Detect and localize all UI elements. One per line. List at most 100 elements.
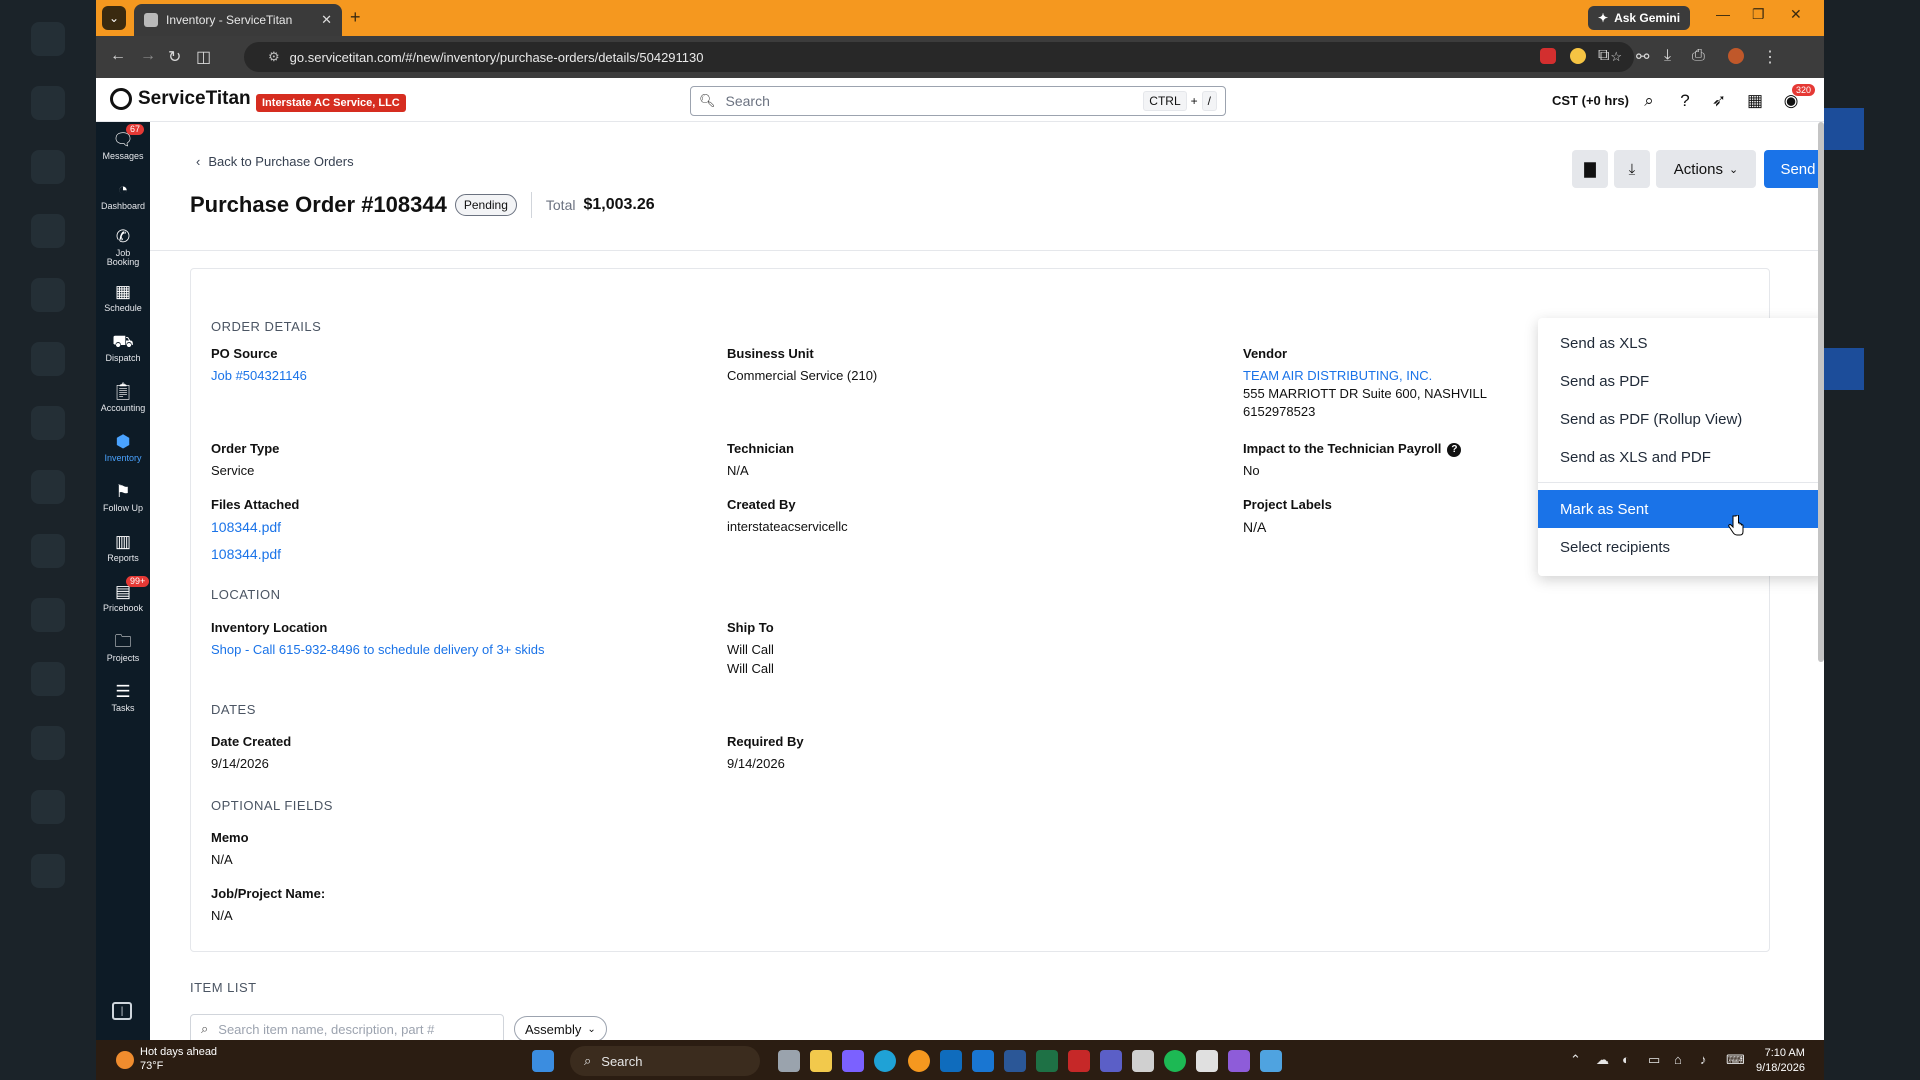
file-link[interactable]: 108344.pdf [211, 546, 281, 562]
minimize-icon[interactable]: — [1716, 6, 1730, 22]
new-tab-button[interactable]: + [350, 7, 361, 28]
teams-icon[interactable] [1100, 1050, 1122, 1072]
close-window-icon[interactable]: ✕ [1790, 6, 1802, 23]
memo-value: N/A [211, 852, 233, 867]
tray-app-icon[interactable]: ◐ [1622, 1052, 1630, 1067]
rocket-icon[interactable]: ➶ [1708, 90, 1730, 112]
download-icon[interactable]: ⤓ [1664, 47, 1671, 65]
ask-gemini-button[interactable]: ✦ Ask Gemini [1588, 6, 1691, 30]
translate-icon[interactable]: ⚯ [1636, 47, 1649, 67]
extensions-puzzle-icon[interactable]: ⧉ [1598, 47, 1609, 65]
address-toolbar: ← → ↻ ◫ ⚙ go.servicetitan.com/#/new/inve… [96, 36, 1824, 78]
tray-folder-icon[interactable]: ▭ [1648, 1052, 1660, 1068]
taskbar-clock[interactable]: 7:10 AM 9/18/2026 [1756, 1046, 1805, 1076]
bookmark-star-icon[interactable]: ☆ [1610, 49, 1622, 65]
chevron-down-icon: ⌄ [1728, 163, 1739, 176]
app-icon[interactable] [1260, 1050, 1282, 1072]
task-view-icon[interactable] [778, 1050, 800, 1072]
browser-tab[interactable]: Inventory - ServiceTitan ✕ [134, 4, 342, 36]
menu-item-send-as-pdf[interactable]: Send as PDF [1538, 362, 1824, 400]
excel-icon[interactable] [1036, 1050, 1058, 1072]
app-icon[interactable] [1228, 1050, 1250, 1072]
restore-icon[interactable]: ❐ [1752, 6, 1765, 23]
calendar-icon: ▦ [114, 281, 132, 301]
onedrive-icon[interactable]: ☁ [1596, 1052, 1609, 1068]
help-circle-icon[interactable]: ? [1447, 442, 1462, 457]
forward-arrow-icon[interactable]: → [140, 47, 156, 65]
assembly-filter-dropdown[interactable]: Assembly ⌄ [514, 1016, 607, 1042]
keyboard-icon[interactable]: ⌨ [1726, 1052, 1745, 1068]
timezone-label[interactable]: CST (+0 hrs) [1552, 93, 1629, 108]
browser-menu-icon[interactable]: ⋮ [1762, 47, 1778, 67]
inventory-location-link[interactable]: Shop - Call 615-932-8496 to schedule del… [211, 642, 545, 657]
url-bar[interactable]: ⚙ go.servicetitan.com/#/new/inventory/pu… [244, 42, 1634, 72]
nav-item-accounting[interactable]: 📋︎ Accounting [96, 374, 150, 422]
nav-item-dashboard[interactable]: ◔ Dashboard [96, 172, 150, 220]
notepad-icon[interactable] [1196, 1050, 1218, 1072]
advanced-search-icon[interactable]: ⌕ [1638, 90, 1660, 112]
servicetitan-logo[interactable]: ServiceTitan [110, 88, 251, 110]
site-info-icon[interactable]: ⚙ [268, 49, 280, 65]
file-link[interactable]: 108344.pdf [211, 519, 281, 535]
close-tab-icon[interactable]: ✕ [321, 12, 332, 28]
company-badge[interactable]: Interstate AC Service, LLC [256, 94, 406, 112]
menu-item-send-as-pdf-rollup[interactable]: Send as PDF (Rollup View) [1538, 400, 1824, 438]
extension-icon[interactable] [1570, 48, 1586, 64]
printer-app-icon[interactable] [1132, 1050, 1154, 1072]
chevron-up-icon[interactable]: ⌃ [1570, 1052, 1581, 1068]
download-button[interactable]: ⤓ [1614, 150, 1650, 188]
nav-item-projects[interactable]: 🗀︎ Projects [96, 624, 150, 672]
back-to-purchase-orders-link[interactable]: ‹ Back to Purchase Orders [196, 154, 354, 169]
collapse-sidebar-icon[interactable]: | [112, 1002, 132, 1020]
vendor-link[interactable]: TEAM AIR DISTRIBUTING, INC. [1243, 368, 1432, 383]
edge-icon[interactable] [874, 1050, 896, 1072]
acrobat-icon[interactable] [1068, 1050, 1090, 1072]
windows-start-icon[interactable] [532, 1050, 554, 1072]
menu-item-select-recipients[interactable]: Select recipients [1538, 528, 1824, 566]
app-grid-icon[interactable]: ▦ [1744, 90, 1766, 112]
nav-label: Schedule [104, 302, 142, 313]
order-type-value: Service [211, 463, 255, 478]
volume-icon[interactable]: ♪ [1700, 1052, 1707, 1067]
global-search-input[interactable]: 🔍︎ Search CTRL + / [690, 86, 1226, 116]
nav-item-job-booking[interactable]: ✆ Job Booking [96, 224, 150, 272]
tab-list-button[interactable]: ⌄ [102, 6, 126, 30]
po-source-link[interactable]: Job #504321146 [211, 368, 307, 383]
nav-item-pricebook[interactable]: ▤ Pricebook 99+ [96, 574, 150, 622]
search-icon: ⌕ [584, 1053, 592, 1068]
page-scrollbar[interactable] [1818, 122, 1824, 662]
nav-item-inventory[interactable]: ⬢ Inventory [96, 424, 150, 472]
pdf-extension-icon[interactable] [1540, 48, 1556, 64]
chrome-icon[interactable] [908, 1050, 930, 1072]
menu-item-mark-as-sent[interactable]: Mark as Sent [1538, 490, 1824, 528]
side-panel-icon[interactable]: ◫ [196, 47, 211, 67]
outlook-icon[interactable] [940, 1050, 962, 1072]
weather-widget[interactable]: Hot days ahead 73°F [116, 1046, 217, 1074]
copilot-icon[interactable] [842, 1050, 864, 1072]
header-divider [150, 250, 1824, 251]
clock-date: 9/18/2026 [1756, 1061, 1805, 1074]
file-explorer-icon[interactable] [810, 1050, 832, 1072]
nav-item-schedule[interactable]: ▦ Schedule [96, 274, 150, 322]
word-icon[interactable] [1004, 1050, 1026, 1072]
search-icon: 🔍︎ [699, 93, 716, 108]
mail-icon[interactable] [972, 1050, 994, 1072]
nav-item-dispatch[interactable]: ⛟ Dispatch [96, 324, 150, 372]
actions-button[interactable]: Actions ⌄ [1656, 150, 1756, 188]
print-icon[interactable]: ⎙ [1692, 47, 1705, 65]
back-arrow-icon[interactable]: ← [110, 47, 126, 65]
comment-button[interactable]: ▇ [1572, 150, 1608, 188]
profile-avatar-icon[interactable] [1728, 48, 1744, 64]
send-as-button[interactable]: Send As ⌄ [1764, 150, 1824, 188]
help-icon[interactable]: ? [1674, 90, 1696, 112]
menu-item-send-as-xls[interactable]: Send as XLS [1538, 324, 1824, 362]
spotify-icon[interactable] [1164, 1050, 1186, 1072]
nav-item-follow-up[interactable]: ⚑ Follow Up [96, 474, 150, 522]
menu-item-send-as-xls-and-pdf[interactable]: Send as XLS and PDF [1538, 438, 1824, 476]
taskbar-search[interactable]: ⌕ Search [570, 1046, 760, 1076]
reload-icon[interactable]: ↻ [168, 47, 181, 67]
nav-item-tasks[interactable]: ☰ Tasks [96, 674, 150, 722]
network-icon[interactable]: ⌂ [1674, 1052, 1682, 1067]
nav-item-messages[interactable]: 🗨︎ Messages 67 [96, 122, 150, 170]
nav-item-reports[interactable]: ▥ Reports [96, 524, 150, 572]
